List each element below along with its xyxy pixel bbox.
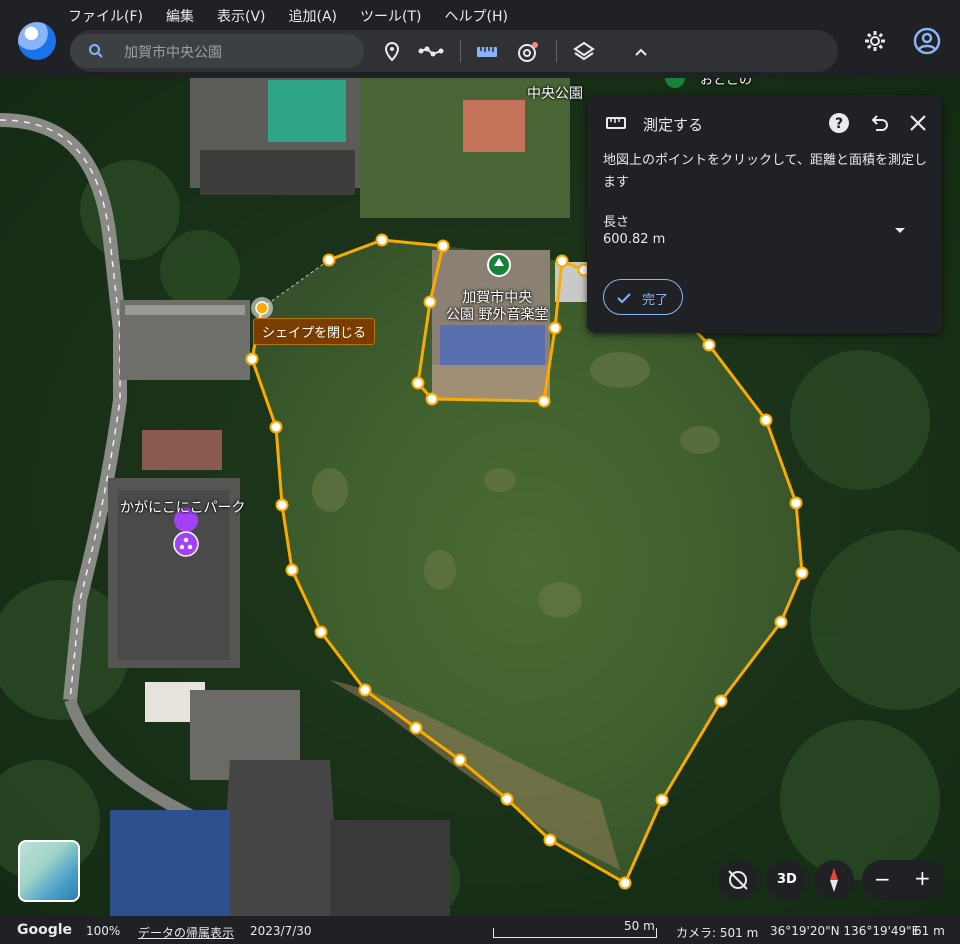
menu-help[interactable]: ヘルプ(H) [445, 6, 508, 26]
stage-label: 加賀市中央 公園 野外音楽堂 [446, 290, 549, 323]
measure-description: 地図上のポイントをクリックして、距離と面積を測定します [603, 153, 927, 190]
measure-panel: 測定する ? 地図上のポイントをクリックして、距離と面積を測定します 長さ 60… [587, 95, 942, 333]
poi-label-partial: おとこの [700, 78, 753, 88]
ruler-icon [606, 117, 626, 129]
help-icon[interactable]: ? [828, 112, 850, 134]
menu-tools[interactable]: ツール(T) [360, 6, 421, 26]
done-label: 完了 [642, 293, 669, 308]
done-button[interactable]: 完了 [603, 279, 683, 315]
compass-reset-icon [728, 870, 748, 890]
park-label: 中央公園 [527, 86, 583, 102]
close-shape-tooltip: シェイプを閉じる [253, 318, 376, 345]
zoom-out-button[interactable]: − [874, 867, 891, 891]
compass-button[interactable] [814, 860, 854, 900]
zoom-in-button[interactable]: + [914, 866, 931, 890]
attribution-link[interactable]: データの帰属表示 [138, 924, 234, 941]
search-icon [89, 44, 103, 58]
status-bar: Google 100% データの帰属表示 2023/7/30 50 m カメラ:… [0, 916, 960, 944]
niconico-label: かがにこにこパーク [120, 500, 246, 516]
layers-icon[interactable] [571, 39, 597, 65]
search-text: 加賀市中央公園 [124, 45, 222, 61]
length-value: 600.82 m [603, 232, 666, 247]
coordinates: 36°19'20"N 136°19'49"E [770, 924, 920, 938]
unit-dropdown-icon[interactable] [889, 219, 911, 241]
camera-altitude: カメラ: 501 m [676, 926, 759, 940]
menu-edit[interactable]: 編集 [166, 6, 194, 26]
undo-icon[interactable] [868, 112, 890, 134]
zoom-level: 100% [86, 924, 121, 938]
map-style-thumbnail[interactable] [18, 840, 80, 902]
chevron-up-icon[interactable] [628, 39, 654, 65]
3d-toggle-button[interactable]: 3D [766, 860, 806, 900]
measure-title: 測定する [643, 116, 704, 134]
ruler-icon[interactable] [474, 39, 500, 65]
check-icon [617, 293, 631, 304]
svg-text:?: ? [835, 116, 843, 132]
reset-tilt-button[interactable] [718, 860, 758, 900]
menu-add[interactable]: 追加(A) [289, 6, 338, 26]
length-label: 長さ [603, 215, 630, 230]
toolbar-separator [556, 40, 557, 62]
elevation: 61 m [914, 924, 945, 938]
menu-bar: ファイル(F) 編集 表示(V) 追加(A) ツール(T) ヘルプ(H) [68, 6, 531, 26]
close-icon[interactable] [907, 112, 929, 134]
account-icon[interactable] [912, 26, 942, 56]
menu-file[interactable]: ファイル(F) [68, 6, 143, 26]
scale-label: 50 m [624, 919, 655, 933]
historical-imagery-icon[interactable] [514, 39, 540, 65]
toolbar: 加賀市中央公園 [70, 30, 838, 72]
toolbar-separator [460, 40, 461, 62]
google-logo: Google [17, 922, 73, 938]
compass-icon [830, 868, 838, 892]
google-earth-logo[interactable] [18, 22, 56, 60]
menu-view[interactable]: 表示(V) [217, 6, 266, 26]
gear-icon[interactable] [862, 28, 888, 54]
imagery-date: 2023/7/30 [250, 924, 312, 938]
path-icon[interactable] [418, 39, 444, 65]
zoom-controls: − + [862, 860, 944, 900]
top-bar: ファイル(F) 編集 表示(V) 追加(A) ツール(T) ヘルプ(H) 加賀市… [0, 0, 960, 78]
place-marker-icon[interactable] [379, 39, 405, 65]
3d-label: 3D [777, 872, 797, 887]
search-input[interactable]: 加賀市中央公園 [70, 34, 364, 68]
